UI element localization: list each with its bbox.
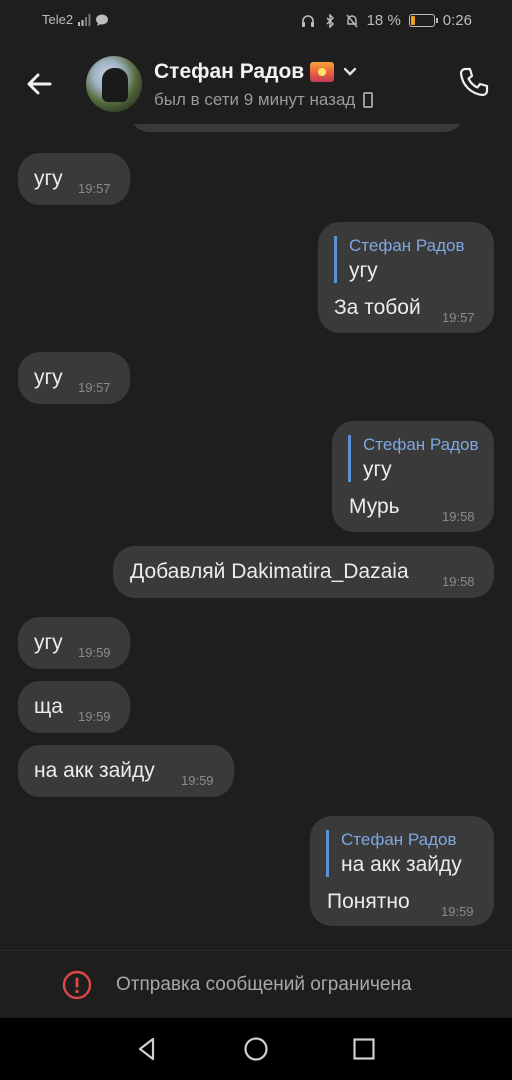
status-left: Tele2 bbox=[42, 12, 109, 27]
message-bubble-incoming[interactable]: ща 19:59 bbox=[18, 681, 130, 733]
mute-bell-icon bbox=[346, 14, 358, 27]
message-text: ща bbox=[34, 695, 63, 718]
message-time: 19:59 bbox=[78, 645, 111, 660]
signal-icon bbox=[78, 13, 91, 26]
clock: 0:26 bbox=[442, 12, 472, 29]
bluetooth-icon bbox=[326, 13, 334, 28]
contact-status: был в сети 9 минут назад bbox=[154, 90, 374, 110]
message-bubble-incoming[interactable]: угу 19:57 bbox=[18, 153, 130, 205]
message-time: 19:59 bbox=[181, 773, 214, 788]
restriction-text: Отправка сообщений ограничена bbox=[116, 974, 412, 995]
last-seen-text: был в сети 9 минут назад bbox=[154, 90, 356, 109]
status-right: 18 % 0:26 bbox=[301, 12, 472, 29]
message-bubble-outgoing[interactable]: Стефан Радов на акк зайду Понятно 19:59 bbox=[310, 816, 494, 926]
message-list[interactable]: угу 19:57 Стефан Радов угу За тобой 19:5… bbox=[0, 124, 512, 950]
message-time: 19:59 bbox=[441, 904, 474, 919]
reply-text: на акк зайду bbox=[341, 853, 462, 876]
sunset-emoji-icon bbox=[310, 62, 335, 82]
sending-restricted-banner: Отправка сообщений ограничена bbox=[0, 950, 512, 1018]
contact-name-text: Стефан Радов bbox=[154, 60, 305, 83]
status-bar: Tele2 18 % 0:26 bbox=[0, 0, 512, 42]
battery-level-fill bbox=[410, 16, 415, 25]
message-text: угу bbox=[34, 167, 63, 190]
reply-author: Стефан Радов bbox=[363, 435, 479, 454]
reply-text: угу bbox=[363, 458, 392, 481]
contact-name[interactable]: Стефан Радов bbox=[154, 60, 358, 84]
headphones-icon bbox=[301, 14, 314, 27]
avatar[interactable] bbox=[86, 56, 142, 112]
message-bubble-outgoing[interactable]: Стефан Радов угу Мурь 19:58 bbox=[332, 421, 494, 532]
message-text: на акк зайду bbox=[34, 759, 155, 782]
reply-quote[interactable]: Стефан Радов угу bbox=[348, 435, 479, 482]
message-time: 19:57 bbox=[78, 181, 111, 196]
carrier-label: Tele2 bbox=[42, 12, 74, 27]
message-text: угу bbox=[34, 631, 63, 654]
message-bubble-outgoing[interactable]: Добавляй Dakimatira_Dazaia 19:58 bbox=[113, 546, 494, 598]
reply-author: Стефан Радов bbox=[341, 830, 457, 849]
system-navigation-bar bbox=[0, 1018, 512, 1080]
message-time: 19:58 bbox=[442, 509, 475, 524]
message-text: Мурь bbox=[349, 495, 400, 518]
message-text: Добавляй Dakimatira_Dazaia bbox=[130, 560, 409, 583]
message-text: Понятно bbox=[327, 890, 410, 913]
message-bubble-incoming[interactable]: угу 19:57 bbox=[18, 352, 130, 404]
message-bubble-outgoing[interactable]: Стефан Радов угу За тобой 19:57 bbox=[318, 222, 494, 333]
back-arrow-icon[interactable] bbox=[20, 64, 60, 104]
message-icon bbox=[96, 14, 109, 26]
message-bubble-incoming[interactable]: угу 19:59 bbox=[18, 617, 130, 669]
warning-icon bbox=[62, 970, 92, 1000]
chat-header: Стефан Радов был в сети 9 минут назад bbox=[0, 42, 512, 124]
reply-quote[interactable]: Стефан Радов угу bbox=[334, 236, 465, 283]
call-icon[interactable] bbox=[456, 64, 492, 100]
nav-home-icon[interactable] bbox=[243, 1036, 269, 1062]
nav-recents-icon[interactable] bbox=[351, 1036, 377, 1062]
message-time: 19:58 bbox=[442, 574, 475, 589]
message-text: За тобой bbox=[334, 296, 421, 319]
battery-icon bbox=[408, 14, 438, 27]
battery-percent: 18 % bbox=[366, 12, 401, 29]
message-time: 19:59 bbox=[78, 709, 111, 724]
reply-author: Стефан Радов bbox=[349, 236, 465, 255]
message-text: угу bbox=[34, 366, 63, 389]
nav-back-icon[interactable] bbox=[134, 1036, 160, 1062]
message-bubble-partial[interactable] bbox=[130, 124, 464, 132]
mobile-phone-icon bbox=[363, 92, 374, 108]
message-bubble-incoming[interactable]: на акк зайду 19:59 bbox=[18, 745, 234, 797]
message-time: 19:57 bbox=[442, 310, 475, 325]
chevron-down-icon[interactable] bbox=[342, 66, 358, 78]
reply-text: угу bbox=[349, 259, 378, 282]
message-time: 19:57 bbox=[78, 380, 111, 395]
reply-quote[interactable]: Стефан Радов на акк зайду bbox=[326, 830, 462, 877]
